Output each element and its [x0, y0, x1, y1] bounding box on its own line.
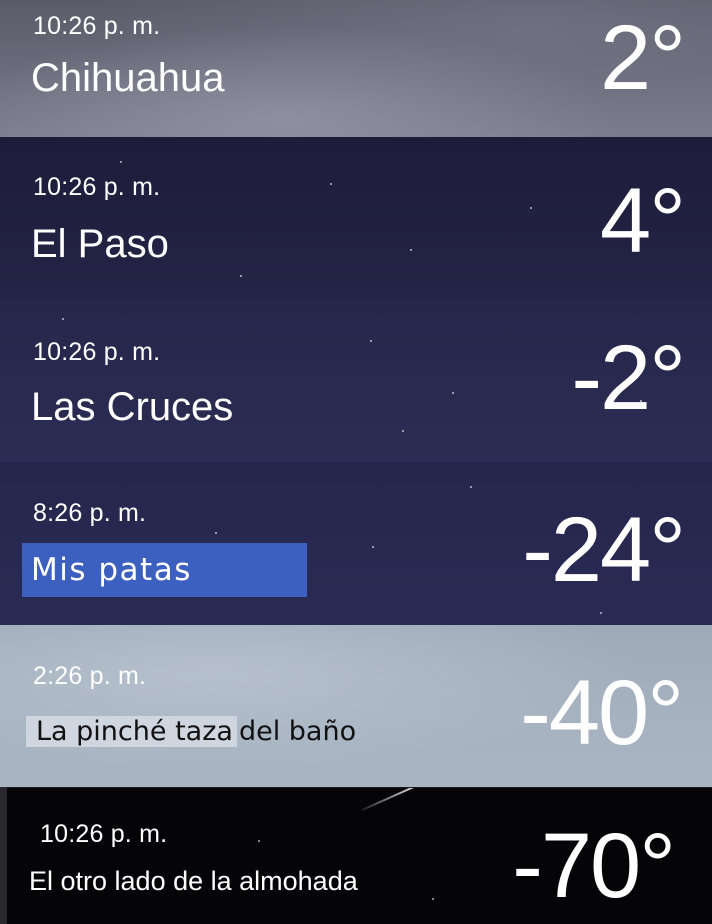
location-temperature: 4°: [600, 170, 686, 272]
star-decoration: [600, 612, 602, 614]
location-name-rest: del baño: [238, 716, 357, 747]
star-decoration: [330, 183, 332, 185]
star-decoration: [240, 275, 242, 277]
shooting-star-decoration: [361, 788, 425, 811]
location-row-chihuahua[interactable]: 10:26 p. m. Chihuahua 2°: [0, 0, 712, 137]
location-name: El otro lado de la almohada: [29, 866, 358, 896]
star-decoration: [62, 318, 64, 320]
star-decoration: [470, 486, 472, 488]
edge-divider: [0, 787, 7, 924]
location-temperature: -40°: [520, 662, 684, 764]
location-temperature: -24°: [522, 499, 686, 601]
star-decoration: [530, 207, 532, 209]
location-time: 10:26 p. m.: [33, 12, 161, 40]
location-name: Las Cruces: [31, 385, 234, 429]
location-row-el-paso[interactable]: 10:26 p. m. El Paso 4°: [0, 137, 712, 300]
location-name-label: La pinché taza del baño: [26, 707, 356, 757]
location-row-el-otro-lado[interactable]: 10:26 p. m. El otro lado de la almohada …: [0, 787, 712, 924]
location-temperature: -2°: [571, 327, 686, 429]
star-decoration: [258, 840, 260, 842]
star-decoration: [215, 532, 217, 534]
location-row-la-pinche-taza[interactable]: 2:26 p. m. La pinché taza del baño -40°: [0, 625, 712, 787]
location-time: 10:26 p. m.: [40, 820, 168, 848]
location-row-las-cruces[interactable]: 10:26 p. m. Las Cruces -2°: [0, 300, 712, 462]
star-decoration: [452, 392, 454, 394]
location-time: 10:26 p. m.: [33, 173, 161, 201]
location-temperature: 2°: [600, 7, 686, 109]
star-decoration: [372, 546, 374, 548]
location-temperature: -70°: [512, 815, 676, 917]
star-decoration: [370, 340, 372, 342]
location-time: 8:26 p. m.: [33, 499, 147, 527]
location-time: 2:26 p. m.: [33, 662, 147, 690]
location-name: El Paso: [31, 222, 169, 266]
location-time: 10:26 p. m.: [33, 338, 161, 366]
location-name-highlighted: La pinché taza: [26, 716, 237, 747]
location-name-label: Mis patas: [22, 543, 307, 597]
location-row-mis-patas[interactable]: 8:26 p. m. Mis patas -24°: [0, 462, 712, 625]
star-decoration: [402, 430, 404, 432]
location-name: Chihuahua: [31, 56, 225, 100]
star-decoration: [432, 898, 434, 900]
star-decoration: [120, 161, 122, 163]
star-decoration: [410, 249, 412, 251]
location-list: 10:26 p. m. Chihuahua 2° 10:26 p. m. El …: [0, 0, 712, 924]
